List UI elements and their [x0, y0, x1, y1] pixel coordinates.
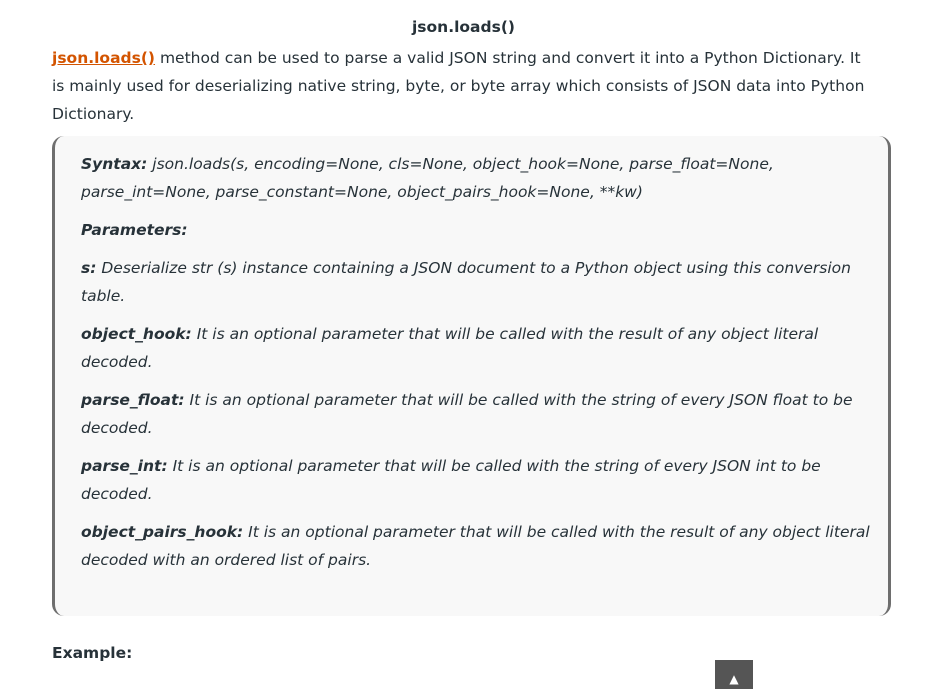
- intro-text: method can be used to parse a valid JSON…: [52, 49, 865, 123]
- param-object-hook: object_hook: It is an optional parameter…: [81, 320, 877, 376]
- parameters-heading: Parameters:: [81, 216, 877, 244]
- param-object-pairs-hook: object_pairs_hook: It is an optional par…: [81, 518, 877, 574]
- param-name: parse_int:: [81, 457, 168, 475]
- param-name: parse_float:: [81, 391, 185, 409]
- param-desc: It is an optional parameter that will be…: [81, 457, 821, 503]
- param-parse-int: parse_int: It is an optional parameter t…: [81, 452, 877, 508]
- syntax-signature: json.loads(s, encoding=None, cls=None, o…: [81, 155, 774, 201]
- syntax-label: Syntax:: [81, 155, 148, 173]
- param-parse-float: parse_float: It is an optional parameter…: [81, 386, 877, 442]
- syntax-box: Syntax: json.loads(s, encoding=None, cls…: [52, 136, 891, 616]
- example-heading: Example:: [52, 644, 133, 662]
- param-desc: It is an optional parameter that will be…: [81, 325, 819, 371]
- intro-paragraph: json.loads() method can be used to parse…: [52, 44, 867, 128]
- page-title: json.loads(): [411, 18, 516, 36]
- param-name: s:: [81, 259, 97, 277]
- param-name: object_pairs_hook:: [81, 523, 244, 541]
- json-loads-link[interactable]: json.loads(): [52, 49, 155, 67]
- parameters-label: Parameters:: [81, 221, 188, 239]
- param-s: s: Deserialize str (s) instance containi…: [81, 254, 877, 310]
- param-desc: Deserialize str (s) instance containing …: [81, 259, 851, 305]
- scroll-to-top-button[interactable]: ▲: [715, 660, 753, 689]
- param-desc: It is an optional parameter that will be…: [81, 391, 853, 437]
- param-name: object_hook:: [81, 325, 192, 343]
- syntax-line: Syntax: json.loads(s, encoding=None, cls…: [81, 150, 877, 206]
- arrow-up-icon: ▲: [729, 672, 739, 686]
